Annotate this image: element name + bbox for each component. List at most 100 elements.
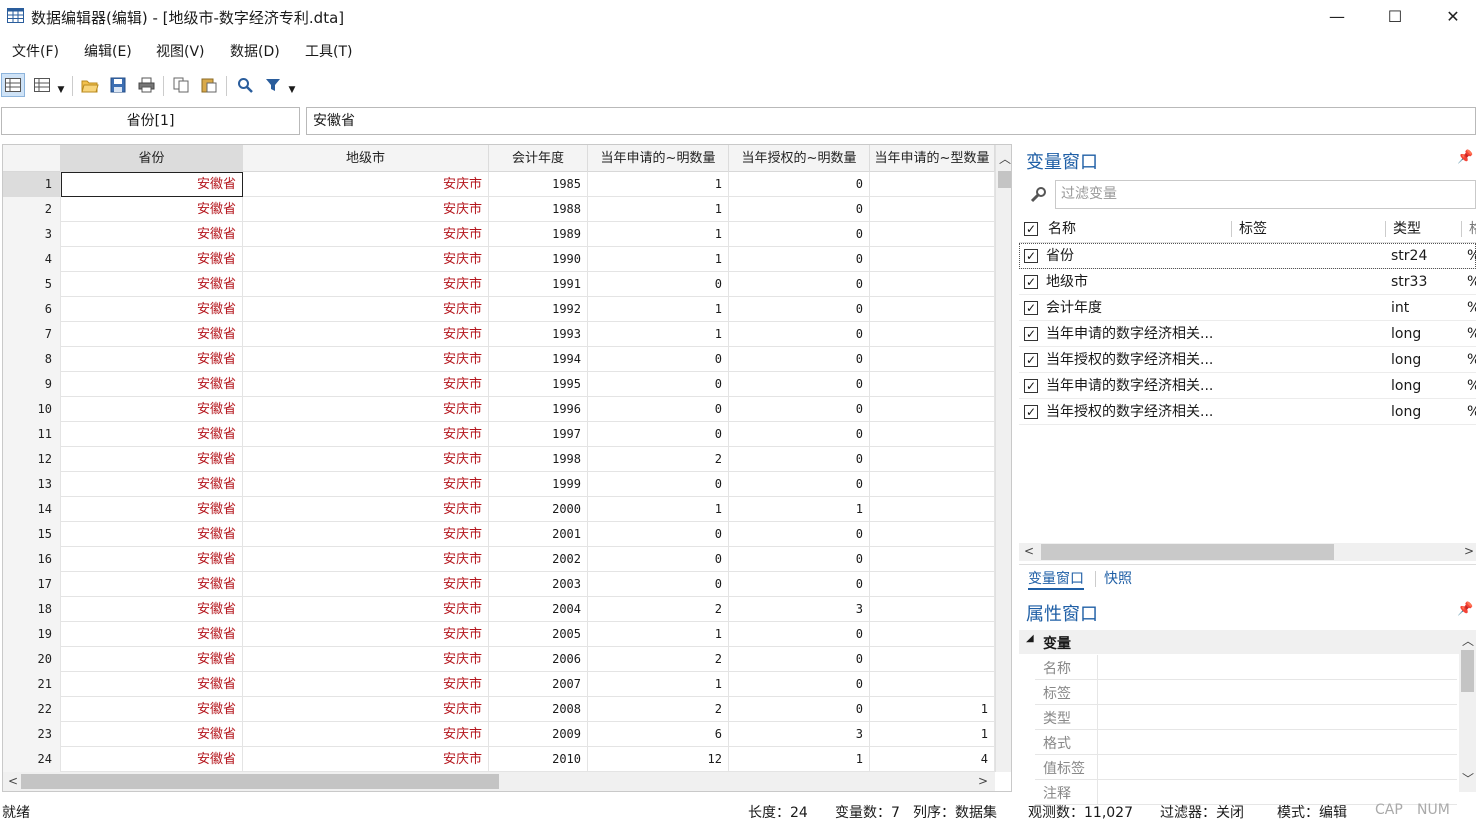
- cell-value-input[interactable]: 安徽省: [306, 107, 1476, 135]
- header-format[interactable]: 格: [1469, 215, 1476, 243]
- header-label[interactable]: 标签: [1239, 215, 1267, 243]
- horizontal-scrollbar[interactable]: < >: [1019, 543, 1476, 561]
- table-cell[interactable]: 1991: [489, 272, 588, 297]
- table-cell[interactable]: 安庆市: [243, 422, 489, 447]
- table-cell[interactable]: 1999: [489, 472, 588, 497]
- table-cell[interactable]: 0: [729, 622, 870, 647]
- table-cell[interactable]: 安徽省: [61, 547, 243, 572]
- table-cell[interactable]: 2005: [489, 622, 588, 647]
- scroll-right-icon[interactable]: >: [978, 774, 988, 788]
- table-cell[interactable]: [870, 247, 995, 272]
- vertical-scrollbar[interactable]: ︿ ﹀: [1459, 630, 1476, 792]
- table-cell[interactable]: 0: [588, 347, 729, 372]
- table-cell[interactable]: 2: [588, 597, 729, 622]
- variable-row[interactable]: ✓ 当年申请的数字经济相关... long%: [1019, 373, 1476, 399]
- table-cell[interactable]: 0: [729, 522, 870, 547]
- table-cell[interactable]: 2001: [489, 522, 588, 547]
- tab-snapshots[interactable]: 快照: [1104, 568, 1132, 588]
- table-cell[interactable]: 2008: [489, 697, 588, 722]
- table-cell[interactable]: [870, 647, 995, 672]
- table-cell[interactable]: 0: [588, 272, 729, 297]
- table-cell[interactable]: 0: [729, 447, 870, 472]
- filter-button[interactable]: [261, 73, 285, 97]
- table-cell[interactable]: 0: [729, 672, 870, 697]
- table-cell[interactable]: 0: [729, 647, 870, 672]
- table-cell[interactable]: 安徽省: [61, 747, 243, 772]
- table-cell[interactable]: 安徽省: [61, 397, 243, 422]
- table-cell[interactable]: [870, 347, 995, 372]
- variable-row[interactable]: ✓ 地级市 str33%: [1019, 269, 1476, 295]
- table-cell[interactable]: 1: [588, 222, 729, 247]
- table-cell[interactable]: 安庆市: [243, 172, 489, 197]
- variable-checkbox[interactable]: ✓: [1024, 301, 1038, 315]
- table-cell[interactable]: 0: [729, 247, 870, 272]
- table-cell[interactable]: 1988: [489, 197, 588, 222]
- table-cell[interactable]: 0: [588, 397, 729, 422]
- row-number[interactable]: 15: [3, 522, 61, 547]
- variable-row[interactable]: ✓ 当年申请的数字经济相关... long%: [1019, 321, 1476, 347]
- select-all-checkbox[interactable]: ✓: [1024, 222, 1038, 236]
- menu-view[interactable]: 视图(V): [156, 41, 205, 61]
- row-number[interactable]: 17: [3, 572, 61, 597]
- row-number[interactable]: 3: [3, 222, 61, 247]
- table-cell[interactable]: [870, 422, 995, 447]
- row-number[interactable]: 10: [3, 397, 61, 422]
- property-row[interactable]: 类型: [1035, 705, 1457, 730]
- table-cell[interactable]: 1: [870, 722, 995, 747]
- table-cell[interactable]: 安庆市: [243, 697, 489, 722]
- paste-button[interactable]: [197, 73, 221, 97]
- browse-dropdown-button[interactable]: ▼: [54, 73, 68, 97]
- table-cell[interactable]: 3: [729, 722, 870, 747]
- table-cell[interactable]: 0: [588, 422, 729, 447]
- table-cell[interactable]: 1: [729, 747, 870, 772]
- table-cell[interactable]: 1: [588, 172, 729, 197]
- table-cell[interactable]: 1998: [489, 447, 588, 472]
- table-cell[interactable]: 1: [870, 697, 995, 722]
- column-divider[interactable]: [1231, 221, 1232, 237]
- column-divider[interactable]: [1385, 221, 1386, 237]
- table-cell[interactable]: 0: [729, 422, 870, 447]
- table-cell[interactable]: 2: [588, 647, 729, 672]
- table-cell[interactable]: 安徽省: [61, 622, 243, 647]
- row-number[interactable]: 5: [3, 272, 61, 297]
- header-name[interactable]: 名称: [1048, 215, 1076, 243]
- table-cell[interactable]: 2007: [489, 672, 588, 697]
- table-cell[interactable]: 0: [588, 472, 729, 497]
- table-cell[interactable]: 2002: [489, 547, 588, 572]
- property-row[interactable]: 名称: [1035, 655, 1457, 680]
- table-cell[interactable]: 0: [729, 372, 870, 397]
- print-button[interactable]: [134, 73, 158, 97]
- row-number[interactable]: 20: [3, 647, 61, 672]
- property-row[interactable]: 格式: [1035, 730, 1457, 755]
- table-cell[interactable]: 0: [729, 272, 870, 297]
- scroll-right-icon[interactable]: >: [1464, 544, 1474, 558]
- column-divider[interactable]: [1461, 221, 1462, 237]
- table-cell[interactable]: 安庆市: [243, 447, 489, 472]
- table-cell[interactable]: 安徽省: [61, 247, 243, 272]
- table-cell[interactable]: 安徽省: [61, 597, 243, 622]
- table-cell[interactable]: 安徽省: [61, 297, 243, 322]
- table-cell[interactable]: 1997: [489, 422, 588, 447]
- scroll-up-icon[interactable]: ︿: [999, 150, 1011, 167]
- table-cell[interactable]: [870, 172, 995, 197]
- header-type[interactable]: 类型: [1393, 215, 1421, 243]
- row-number[interactable]: 14: [3, 497, 61, 522]
- menu-data[interactable]: 数据(D): [230, 41, 280, 61]
- table-cell[interactable]: 安庆市: [243, 472, 489, 497]
- filter-dropdown-button[interactable]: ▼: [285, 73, 299, 97]
- table-cell[interactable]: 安徽省: [61, 222, 243, 247]
- minimize-button[interactable]: —: [1308, 0, 1366, 32]
- horizontal-scrollbar[interactable]: < >: [3, 772, 995, 791]
- table-cell[interactable]: 安庆市: [243, 272, 489, 297]
- table-cell[interactable]: 安徽省: [61, 197, 243, 222]
- table-cell[interactable]: 安庆市: [243, 397, 489, 422]
- table-cell[interactable]: 安庆市: [243, 522, 489, 547]
- row-number[interactable]: 18: [3, 597, 61, 622]
- table-cell[interactable]: 安徽省: [61, 322, 243, 347]
- table-cell[interactable]: 安庆市: [243, 247, 489, 272]
- row-number[interactable]: 16: [3, 547, 61, 572]
- table-cell[interactable]: 1: [588, 672, 729, 697]
- table-cell[interactable]: 安庆市: [243, 597, 489, 622]
- table-cell[interactable]: [870, 622, 995, 647]
- table-cell[interactable]: 0: [729, 322, 870, 347]
